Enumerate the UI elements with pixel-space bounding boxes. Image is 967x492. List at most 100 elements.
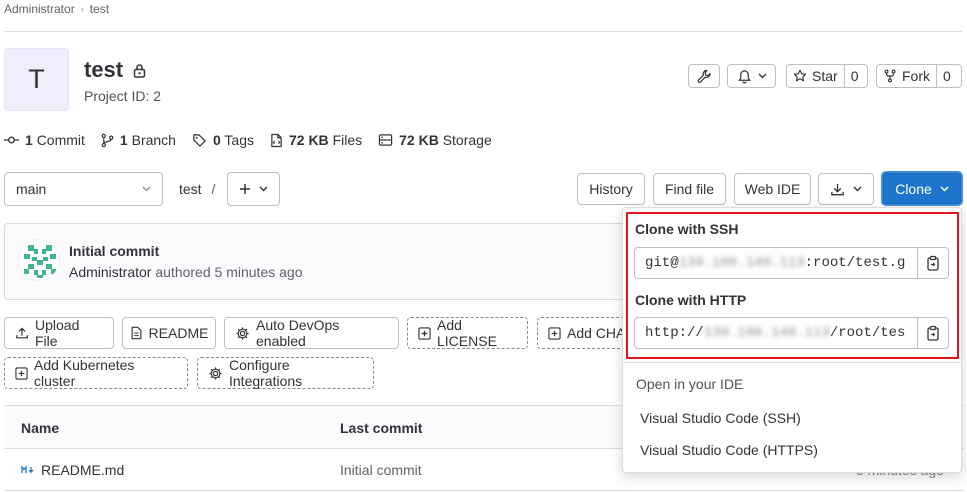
add-kubernetes-label: Add Kubernetes cluster [34, 357, 135, 389]
stat-value: 1 [119, 132, 128, 148]
open-vscode-https-item[interactable]: Visual Studio Code (HTTPS) [640, 442, 818, 458]
file-last-commit[interactable]: Initial commit [340, 462, 422, 478]
project-id: Project ID: 2 [84, 88, 162, 104]
add-license-button[interactable]: Add LICENSE [407, 317, 528, 349]
commit-action: authored [155, 264, 211, 280]
configure-integrations-button[interactable]: Configure Integrations [197, 357, 374, 389]
branch-selector[interactable]: main [4, 172, 163, 206]
stat-label: Storage [442, 132, 492, 148]
stat-value: 72 KB [288, 132, 329, 148]
stat-commits[interactable]: 1 Commit [4, 132, 85, 148]
auto-devops-label: Auto DevOps enabled [256, 317, 340, 349]
repo-path-root[interactable]: test [179, 181, 202, 197]
project-title: test [84, 57, 146, 83]
plus-icon [239, 183, 251, 195]
settings-button[interactable] [688, 64, 720, 88]
wrench-icon [697, 69, 712, 84]
upload-icon [15, 326, 29, 340]
stat-tags[interactable]: 0 Tags [192, 132, 254, 148]
branch-icon [101, 133, 114, 148]
web-ide-button[interactable]: Web IDE [734, 173, 811, 205]
commit-icon [4, 135, 19, 145]
add-license-label: Add LICENSE [437, 317, 497, 349]
chevron-down-icon [853, 186, 862, 192]
header-divider [4, 31, 962, 32]
column-header-name: Name [21, 420, 60, 436]
dropdown-divider [623, 362, 961, 363]
chevron-down-icon [940, 185, 949, 192]
star-label: Star [812, 68, 838, 84]
fork-button[interactable]: Fork 0 [876, 64, 962, 88]
project-name: test [84, 57, 124, 82]
chevron-right-icon: › [80, 4, 84, 14]
stat-label: Tags [224, 132, 254, 148]
plus-square-icon [15, 366, 28, 380]
auto-devops-button[interactable]: Auto DevOps enabled [224, 317, 399, 349]
add-changelog-label: Add CHA [567, 325, 626, 341]
star-button[interactable]: Star 0 [786, 64, 868, 88]
add-changelog-button[interactable]: Add CHA [537, 317, 627, 349]
upload-file-button[interactable]: Upload File [4, 317, 114, 349]
readme-button[interactable]: README [122, 317, 216, 349]
column-header-last-commit: Last commit [340, 420, 423, 436]
markdown-icon [21, 465, 35, 475]
author-avatar[interactable] [18, 239, 60, 281]
highlight-box [626, 212, 959, 359]
fork-label: Fork [902, 68, 930, 84]
fork-count[interactable]: 0 [936, 65, 957, 87]
commit-time: 5 minutes ago [214, 264, 303, 280]
fork-icon [883, 69, 897, 83]
project-avatar: T [4, 48, 69, 111]
find-file-button[interactable]: Find file [653, 173, 726, 205]
stat-value: 1 [25, 132, 33, 148]
plus-square-icon [418, 326, 431, 340]
clone-button-label: Clone [895, 180, 932, 197]
notifications-dropdown[interactable] [727, 64, 776, 88]
chevron-down-icon [259, 186, 268, 192]
stat-value: 72 KB [399, 132, 439, 148]
project-stats: 1 Commit 1 Branch 0 Tags 72 KB Files 72 … [4, 131, 508, 149]
stat-branches[interactable]: 1 Branch [101, 132, 176, 148]
path-separator: / [211, 181, 216, 197]
bell-icon [737, 69, 752, 84]
open-in-ide-header: Open in your IDE [636, 376, 744, 392]
branch-selector-value: main [16, 181, 47, 197]
storage-icon [378, 133, 393, 147]
commit-title[interactable]: Initial commit [69, 243, 159, 259]
gear-icon [208, 366, 223, 381]
open-vscode-ssh-item[interactable]: Visual Studio Code (SSH) [640, 410, 801, 426]
breadcrumb-item-project[interactable]: test [90, 2, 109, 16]
add-to-tree-dropdown[interactable] [227, 172, 280, 206]
readme-label: README [148, 325, 209, 341]
clone-button[interactable]: Clone [881, 171, 963, 206]
history-button[interactable]: History [577, 173, 645, 205]
file-icon [270, 133, 283, 148]
stat-files[interactable]: 72 KB Files [270, 132, 362, 148]
lock-icon [133, 63, 146, 78]
breadcrumb: Administrator › test [4, 2, 109, 16]
upload-file-label: Upload File [35, 317, 80, 349]
stat-storage[interactable]: 72 KB Storage [378, 132, 492, 148]
chevron-down-icon [142, 186, 151, 192]
project-avatar-letter: T [28, 64, 45, 94]
file-name-cell[interactable]: README.md [21, 462, 124, 478]
download-dropdown[interactable] [818, 173, 874, 205]
stat-label: Branch [131, 132, 176, 148]
stat-label: Commit [36, 132, 85, 148]
last-commit-panel [4, 223, 624, 300]
commit-meta: Administrator authored 5 minutes ago [69, 264, 302, 280]
repo-path: test / [179, 181, 215, 197]
breadcrumb-item-administrator[interactable]: Administrator [4, 2, 75, 16]
commit-author[interactable]: Administrator [69, 264, 151, 280]
chevron-down-icon [758, 73, 767, 79]
download-icon [830, 182, 845, 197]
add-kubernetes-cluster-button[interactable]: Add Kubernetes cluster [4, 357, 188, 389]
configure-integrations-label: Configure Integrations [229, 357, 303, 389]
star-icon [793, 69, 807, 83]
stat-value: 0 [212, 132, 221, 148]
star-count[interactable]: 0 [843, 65, 865, 87]
file-name[interactable]: README.md [41, 462, 124, 478]
tag-icon [192, 133, 207, 148]
gear-icon [235, 326, 250, 341]
stat-label: Files [332, 132, 363, 148]
